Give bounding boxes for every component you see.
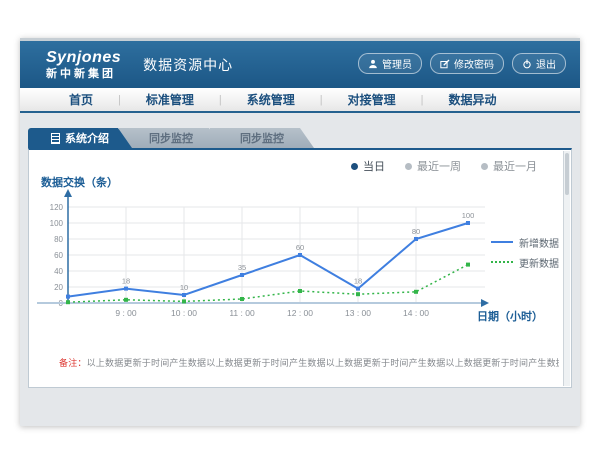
footnote: 备注：以上数据更新于时间产生数据以上数据更新于时间产生数据以上数据更新于时间产生… [59, 356, 559, 369]
document-icon [51, 133, 60, 144]
content-panel: 当日 最近一周 最近一月 数据交换（条） 0204060801001209 : … [28, 148, 572, 388]
nav-item-interface[interactable]: 对接管理 [323, 91, 421, 108]
user-button[interactable]: 管理员 [358, 53, 422, 74]
tab-strip: 系统介绍 同步监控 同步监控 [28, 128, 314, 148]
page-title: 数据资源中心 [143, 55, 233, 75]
x-axis-title: 日期（小时） [477, 308, 543, 324]
svg-text:13 : 00: 13 : 00 [345, 308, 371, 318]
svg-text:100: 100 [462, 211, 475, 220]
legend-item-new-data: 新增数据 [491, 232, 559, 252]
main-nav: 首页| 标准管理| 系统管理| 对接管理| 数据异动 [20, 88, 580, 113]
logo-text: Synjones [46, 50, 121, 66]
svg-text:60: 60 [54, 251, 63, 260]
change-password-label: 修改密码 [454, 56, 494, 71]
chart-legend: 新增数据 更新数据 [491, 232, 559, 272]
radio-last-month[interactable]: 最近一月 [481, 158, 537, 174]
nav-item-system[interactable]: 系统管理 [222, 91, 320, 108]
radio-last-week[interactable]: 最近一周 [405, 158, 461, 174]
svg-text:11 : 00: 11 : 00 [229, 308, 255, 318]
company-name: 新中新集团 [46, 69, 121, 80]
svg-text:10: 10 [180, 283, 188, 292]
svg-text:80: 80 [54, 235, 63, 244]
svg-text:14 : 00: 14 : 00 [403, 308, 429, 318]
svg-text:9 : 00: 9 : 00 [115, 308, 137, 318]
nav-item-standards[interactable]: 标准管理 [121, 91, 219, 108]
edit-icon [440, 59, 450, 69]
tab-sync-monitor-1[interactable]: 同步监控 [119, 128, 223, 148]
svg-text:100: 100 [50, 219, 64, 228]
radio-label: 当日 [363, 158, 385, 174]
svg-text:120: 120 [50, 203, 64, 212]
tab-label: 同步监控 [149, 130, 193, 146]
svg-text:40: 40 [54, 267, 63, 276]
scrollbar-thumb[interactable] [565, 153, 569, 195]
logo: Synjones 新中新集团 [46, 50, 121, 80]
user-button-label: 管理员 [382, 56, 412, 71]
tab-system-intro[interactable]: 系统介绍 [28, 128, 132, 148]
blue-line-swatch-icon [491, 241, 513, 243]
radio-label: 最近一月 [493, 158, 537, 174]
nav-item-home[interactable]: 首页 [44, 91, 118, 108]
tab-label: 同步监控 [240, 130, 284, 146]
scrollbar-track[interactable] [563, 151, 570, 386]
legend-item-updated-data: 更新数据 [491, 252, 559, 272]
logout-label: 退出 [536, 56, 556, 71]
radio-dot-icon [481, 163, 488, 170]
radio-dot-icon [351, 163, 358, 170]
svg-text:60: 60 [296, 243, 304, 252]
app-window: Synjones 新中新集团 数据资源中心 管理员 修改密码 退出 [20, 38, 580, 426]
footnote-prefix: 备注： [59, 358, 87, 368]
period-radio-group: 当日 最近一周 最近一月 [351, 158, 537, 174]
svg-text:10 : 00: 10 : 00 [171, 308, 197, 318]
svg-text:12 : 00: 12 : 00 [287, 308, 313, 318]
change-password-button[interactable]: 修改密码 [430, 53, 504, 74]
svg-text:18: 18 [122, 277, 130, 286]
tab-label: 系统介绍 [65, 130, 109, 146]
svg-text:80: 80 [412, 227, 420, 236]
line-chart: 0204060801001209 : 0010 : 0011 : 0012 : … [37, 186, 507, 326]
logout-button[interactable]: 退出 [512, 53, 566, 74]
svg-text:18: 18 [354, 277, 362, 286]
header-actions: 管理员 修改密码 退出 [358, 53, 566, 74]
footnote-text: 以上数据更新于时间产生数据以上数据更新于时间产生数据以上数据更新于时间产生数据以… [87, 358, 559, 368]
svg-text:20: 20 [54, 283, 63, 292]
header: Synjones 新中新集团 数据资源中心 管理员 修改密码 退出 [20, 38, 580, 88]
user-icon [368, 59, 378, 69]
radio-dot-icon [405, 163, 412, 170]
radio-today[interactable]: 当日 [351, 158, 385, 174]
green-dotted-swatch-icon [491, 261, 513, 263]
tab-sync-monitor-2[interactable]: 同步监控 [210, 128, 314, 148]
legend-label: 更新数据 [519, 255, 559, 270]
nav-item-data-change[interactable]: 数据异动 [424, 91, 522, 108]
power-icon [522, 59, 532, 69]
svg-text:35: 35 [238, 263, 246, 272]
radio-label: 最近一周 [417, 158, 461, 174]
legend-label: 新增数据 [519, 235, 559, 250]
